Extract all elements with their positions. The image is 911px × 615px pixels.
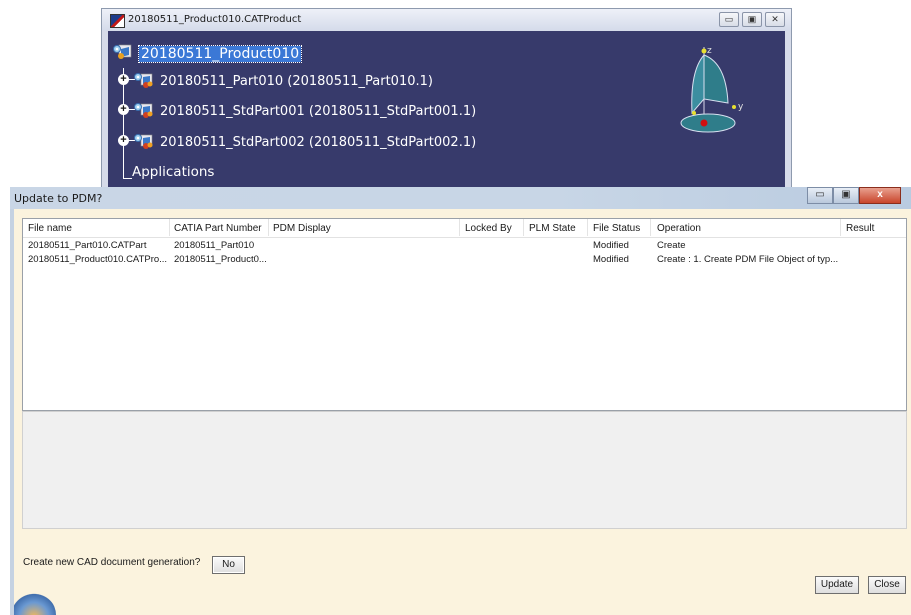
col-header-operation[interactable]: Operation — [657, 223, 701, 234]
dialog-maximize-button[interactable]: ▣ — [833, 187, 859, 204]
tree-root-label: 20180511_Product010 — [137, 45, 303, 63]
compass-y-label: y — [738, 102, 744, 112]
cell-file-status: Modified — [593, 254, 629, 265]
part-icon — [134, 73, 153, 88]
cell-part-number: 20180511_Product0... — [174, 254, 267, 265]
close-button[interactable]: ✕ — [765, 12, 785, 27]
generation-label: Create new CAD document generation? — [23, 557, 201, 568]
tree-node-stdpart001[interactable]: 20180511_StdPart001 (20180511_StdPart001… — [160, 104, 476, 119]
cell-file-status: Modified — [593, 240, 629, 251]
table-row[interactable]: 20180511_Part010.CATPart 20180511_Part01… — [23, 240, 906, 254]
catia-title-bar: 20180511_Product010.CATProduct ▭ ▣ ✕ — [102, 9, 791, 31]
windows-orb-icon — [14, 593, 56, 615]
expand-icon[interactable]: + — [118, 135, 129, 146]
close-button[interactable]: Close — [868, 576, 906, 594]
col-header-plm-state[interactable]: PLM State — [529, 223, 576, 234]
catia-window-title: 20180511_Product010.CATProduct — [128, 14, 302, 25]
generation-no-button[interactable]: No — [212, 556, 245, 574]
part-icon — [134, 103, 153, 118]
tree-node-applications[interactable]: Applications — [132, 164, 214, 180]
catia-app-icon — [110, 14, 125, 28]
cell-operation: Create : 1. Create PDM File Object of ty… — [657, 254, 839, 265]
dialog-minimize-button[interactable]: ▭ — [807, 187, 833, 204]
update-to-pdm-dialog: Update to PDM? ▭ ▣ x File name CATIA Par… — [10, 187, 911, 615]
col-header-file-name[interactable]: File name — [28, 223, 72, 234]
update-button[interactable]: Update — [815, 576, 859, 594]
catia-product-window: 20180511_Product010.CATProduct ▭ ▣ ✕ 201… — [101, 8, 792, 188]
dialog-close-button[interactable]: x — [859, 187, 901, 204]
table-header: File name CATIA Part Number PDM Display … — [23, 219, 906, 238]
col-header-file-status[interactable]: File Status — [593, 223, 640, 234]
cell-operation: Create — [657, 240, 686, 251]
table-row[interactable]: 20180511_Product010.CATPro... 20180511_P… — [23, 254, 906, 268]
tree-node-stdpart002[interactable]: 20180511_StdPart002 (20180511_StdPart002… — [160, 135, 476, 150]
cell-file-name: 20180511_Product010.CATPro... — [28, 254, 168, 265]
dialog-left-border — [10, 209, 14, 615]
dialog-title: Update to PDM? — [14, 192, 103, 205]
col-header-result[interactable]: Result — [846, 223, 874, 234]
part-icon — [134, 134, 153, 149]
catia-3d-viewport[interactable]: 20180511_Product010 + 20180511_Part010 (… — [108, 31, 785, 187]
cell-part-number: 20180511_Part010 — [174, 240, 255, 251]
file-list-table[interactable]: File name CATIA Part Number PDM Display … — [22, 218, 907, 411]
expand-icon[interactable]: + — [118, 74, 129, 85]
col-header-locked-by[interactable]: Locked By — [465, 223, 512, 234]
tree-connector — [123, 178, 132, 179]
dialog-title-bar[interactable]: Update to PDM? ▭ ▣ x — [10, 187, 911, 209]
expand-icon[interactable]: + — [118, 104, 129, 115]
tree-node-part010[interactable]: 20180511_Part010 (20180511_Part010.1) — [160, 74, 433, 89]
product-icon — [113, 44, 132, 59]
minimize-button[interactable]: ▭ — [719, 12, 739, 27]
tree-root-node[interactable]: 20180511_Product010 — [137, 45, 303, 63]
maximize-button[interactable]: ▣ — [742, 12, 762, 27]
compass-icon[interactable]: z y — [668, 41, 758, 141]
compass-z-label: z — [707, 46, 712, 56]
cell-file-name: 20180511_Part010.CATPart — [28, 240, 147, 251]
col-header-pdm-display[interactable]: PDM Display — [273, 223, 331, 234]
details-panel — [22, 411, 907, 529]
col-header-part-number[interactable]: CATIA Part Number — [174, 223, 262, 234]
